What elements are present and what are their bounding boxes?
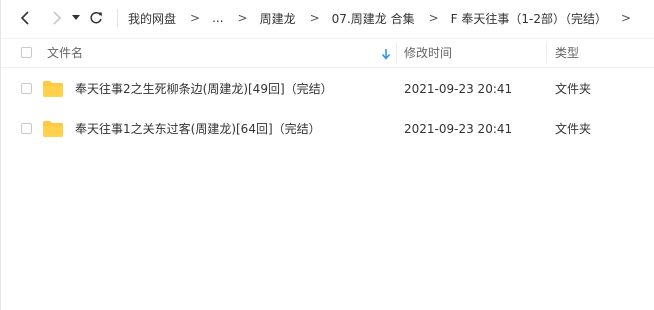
- breadcrumb-item-collection[interactable]: 07.周建龙 合集: [332, 10, 415, 27]
- forward-button[interactable]: [45, 7, 67, 29]
- file-modified-time: 2021-09-23 20:41: [404, 82, 513, 96]
- file-name[interactable]: 奉天往事1之关东过客(周建龙)[64回]（完结）: [75, 110, 321, 148]
- file-list-header: 文件名 修改时间 类型: [1, 38, 654, 68]
- file-name[interactable]: 奉天往事2之生死柳条边(周建龙)[49回]（完结）: [75, 70, 333, 108]
- row-checkbox[interactable]: [21, 123, 32, 134]
- breadcrumb: 我的网盘 > ... > 周建龙 > 07.周建龙 合集 > F 奉天往事（1-…: [128, 10, 643, 27]
- column-divider[interactable]: [546, 43, 547, 63]
- breadcrumb-separator: >: [237, 11, 248, 25]
- back-button[interactable]: [15, 7, 37, 29]
- file-modified-time: 2021-09-23 20:41: [404, 122, 513, 136]
- breadcrumb-item-ellipsis[interactable]: ...: [212, 11, 223, 25]
- caret-down-icon: [72, 15, 80, 20]
- breadcrumb-separator: >: [190, 11, 201, 25]
- refresh-button[interactable]: [85, 7, 107, 29]
- breadcrumb-item-current[interactable]: F 奉天往事（1-2部）（完结）: [451, 10, 607, 27]
- table-row[interactable]: 奉天往事1之关东过客(周建龙)[64回]（完结） 2021-09-23 20:4…: [1, 110, 654, 148]
- column-divider[interactable]: [396, 43, 397, 63]
- breadcrumb-separator: >: [428, 11, 439, 25]
- chevron-right-icon: [53, 11, 62, 25]
- folder-icon: [43, 81, 63, 97]
- toolbar-divider: [117, 9, 118, 27]
- sort-down-arrow-icon[interactable]: [381, 48, 391, 60]
- row-checkbox[interactable]: [21, 83, 32, 94]
- column-header-modified[interactable]: 修改时间: [404, 39, 452, 67]
- breadcrumb-item-author[interactable]: 周建龙: [260, 10, 296, 27]
- file-browser-window: 我的网盘 > ... > 周建龙 > 07.周建龙 合集 > F 奉天往事（1-…: [0, 0, 654, 310]
- folder-icon: [43, 121, 63, 137]
- refresh-icon: [90, 11, 102, 24]
- chevron-left-icon: [20, 11, 29, 25]
- history-dropdown-button[interactable]: [69, 7, 83, 29]
- breadcrumb-separator: >: [309, 11, 320, 25]
- column-header-type[interactable]: 类型: [555, 39, 579, 67]
- select-all-checkbox[interactable]: [21, 47, 32, 58]
- breadcrumb-expand-arrow[interactable]: >: [621, 11, 631, 25]
- breadcrumb-item-root[interactable]: 我的网盘: [128, 10, 176, 27]
- toolbar: 我的网盘 > ... > 周建龙 > 07.周建龙 合集 > F 奉天往事（1-…: [1, 0, 654, 36]
- column-header-name[interactable]: 文件名: [47, 39, 83, 67]
- file-type: 文件夹: [555, 122, 592, 136]
- table-row[interactable]: 奉天往事2之生死柳条边(周建龙)[49回]（完结） 2021-09-23 20:…: [1, 70, 654, 108]
- file-type: 文件夹: [555, 82, 592, 96]
